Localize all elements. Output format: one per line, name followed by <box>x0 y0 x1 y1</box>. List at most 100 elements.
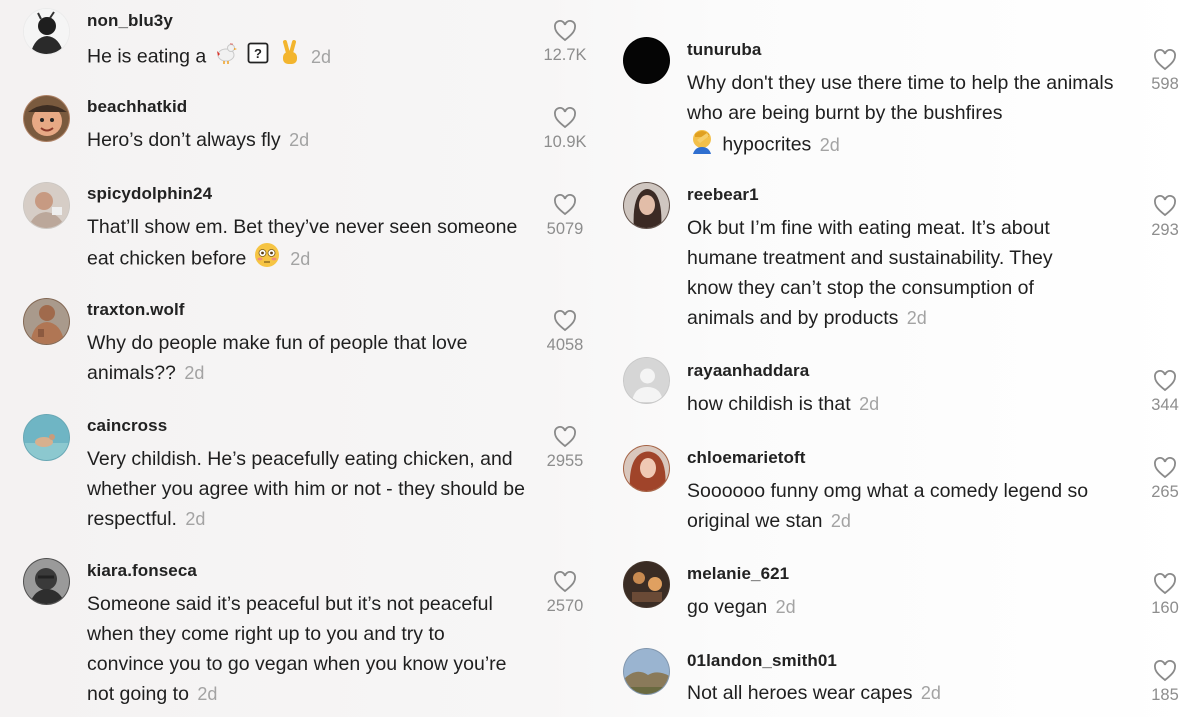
comment-body-continued: hypocrites <box>722 133 812 156</box>
comment-username[interactable]: caincross <box>87 416 167 436</box>
like-count: 5079 <box>546 220 584 238</box>
comment-username[interactable]: spicydolphin24 <box>87 184 212 204</box>
comment-username[interactable]: tunuruba <box>687 40 761 60</box>
comment-username[interactable]: melanie_621 <box>687 564 789 584</box>
avatar-photo-person <box>24 183 69 228</box>
comment-text: Very childish. He’s peacefully eating ch… <box>87 444 527 534</box>
like-count: 2955 <box>546 452 584 470</box>
comment-text: how childish is that 2d <box>687 389 1127 419</box>
like-count: 185 <box>1151 686 1179 704</box>
comment-date: 2d <box>775 597 796 617</box>
avatar[interactable] <box>623 561 670 608</box>
avatar[interactable] <box>623 37 670 84</box>
avatar[interactable] <box>23 95 70 142</box>
unknown-glyph-box-icon: ? <box>247 42 269 73</box>
like-count: 598 <box>1151 75 1179 93</box>
flushed-face-emoji-icon <box>254 242 280 277</box>
avatar[interactable] <box>23 298 70 345</box>
like-button[interactable]: 293 <box>1135 195 1195 240</box>
like-button[interactable]: 160 <box>1135 573 1195 618</box>
avatar-redhead-woman <box>624 446 669 491</box>
comment-text: go vegan 2d <box>687 592 1127 622</box>
facepalm-emoji-icon <box>689 128 715 163</box>
comment-username[interactable]: reebear1 <box>687 185 759 205</box>
like-button[interactable]: 344 <box>1135 370 1195 415</box>
like-button[interactable]: 598 <box>1135 49 1195 94</box>
avatar-black <box>624 38 669 83</box>
comment-date: 2d <box>830 511 851 531</box>
avatar[interactable] <box>23 8 70 55</box>
like-button[interactable]: 10.9K <box>535 107 595 152</box>
avatar[interactable] <box>23 182 70 229</box>
person-icon <box>624 358 669 403</box>
like-count: 12.7K <box>543 46 587 64</box>
comment-username[interactable]: chloemarietoft <box>687 448 806 468</box>
avatar-face-hat <box>24 96 69 141</box>
like-button[interactable]: 265 <box>1135 457 1195 502</box>
victory-hand-emoji-icon <box>279 40 301 75</box>
comment-username[interactable]: non_blu3y <box>87 11 173 31</box>
comment-text: Hero’s don’t always fly 2d <box>87 125 527 155</box>
like-button[interactable]: 5079 <box>535 194 595 239</box>
like-button[interactable]: 185 <box>1135 660 1195 705</box>
avatar-dark-photo <box>624 562 669 607</box>
like-button[interactable]: 12.7K <box>535 20 595 65</box>
heart-outline-icon <box>1154 49 1176 71</box>
like-count: 265 <box>1151 483 1179 501</box>
avatar[interactable] <box>23 414 70 461</box>
avatar-woman-photo <box>624 183 669 228</box>
heart-outline-icon <box>1154 573 1176 595</box>
comment-username[interactable]: beachhatkid <box>87 97 187 117</box>
avatar-landscape <box>624 649 669 694</box>
comment-date: 2d <box>859 394 880 414</box>
comment-body: Very childish. He’s peacefully eating ch… <box>87 448 525 530</box>
comment-date: 2d <box>920 683 941 703</box>
avatar[interactable] <box>623 182 670 229</box>
like-button[interactable]: 2955 <box>535 426 595 471</box>
heart-outline-icon <box>554 426 576 448</box>
avatar-shirtless-man <box>24 299 69 344</box>
comment-username[interactable]: rayaanhaddara <box>687 361 809 381</box>
avatar[interactable] <box>623 648 670 695</box>
comment-body: Why do people make fun of people that lo… <box>87 332 468 384</box>
heart-outline-icon <box>1154 195 1176 217</box>
avatar[interactable] <box>623 357 670 404</box>
avatar[interactable] <box>623 445 670 492</box>
comment-body: Ok but I’m fine with eating meat. It’s a… <box>687 217 1053 329</box>
comment-username[interactable]: 01landon_smith01 <box>687 651 837 671</box>
heart-outline-icon <box>554 194 576 216</box>
heart-outline-icon <box>554 107 576 129</box>
comment-text: Not all heroes wear capes 2d <box>687 678 1127 708</box>
rooster-emoji-icon <box>214 41 238 74</box>
avatar-bw-photo <box>24 559 69 604</box>
comment-text: Why don't they use there time to help th… <box>687 68 1127 163</box>
comment-text: Ok but I’m fine with eating meat. It’s a… <box>687 213 1092 333</box>
heart-outline-icon <box>554 571 576 593</box>
comment-username[interactable]: traxton.wolf <box>87 300 185 320</box>
comment-body: go vegan <box>687 596 768 618</box>
like-count: 4058 <box>546 336 584 354</box>
heart-outline-icon <box>1154 370 1176 392</box>
comment-text: He is eating a ? 2d <box>87 40 527 75</box>
like-count: 10.9K <box>543 133 587 151</box>
comment-body: He is eating a <box>87 45 207 68</box>
comment-date: 2d <box>184 363 205 383</box>
avatar[interactable] <box>23 558 70 605</box>
like-button[interactable]: 2570 <box>535 571 595 616</box>
comment-username[interactable]: kiara.fonseca <box>87 561 197 581</box>
like-button[interactable]: 4058 <box>535 310 595 355</box>
comment-date: 2d <box>906 308 927 328</box>
comment-date: 2d <box>185 509 206 529</box>
comment-date: 2d <box>819 134 840 155</box>
like-count: 293 <box>1151 221 1179 239</box>
avatar-dark-figure <box>24 9 69 54</box>
comment-body: Someone said it’s peaceful but it’s not … <box>87 593 507 705</box>
heart-outline-icon <box>1154 457 1176 479</box>
comment-body: Hero’s don’t always fly <box>87 129 281 151</box>
comment-body: Why don't they use there time to help th… <box>687 72 1114 124</box>
comment-text: Why do people make fun of people that lo… <box>87 328 527 388</box>
like-count: 160 <box>1151 599 1179 617</box>
comment-text: Someone said it’s peaceful but it’s not … <box>87 589 527 709</box>
comment-date: 2d <box>197 684 218 704</box>
svg-text:?: ? <box>254 46 262 61</box>
